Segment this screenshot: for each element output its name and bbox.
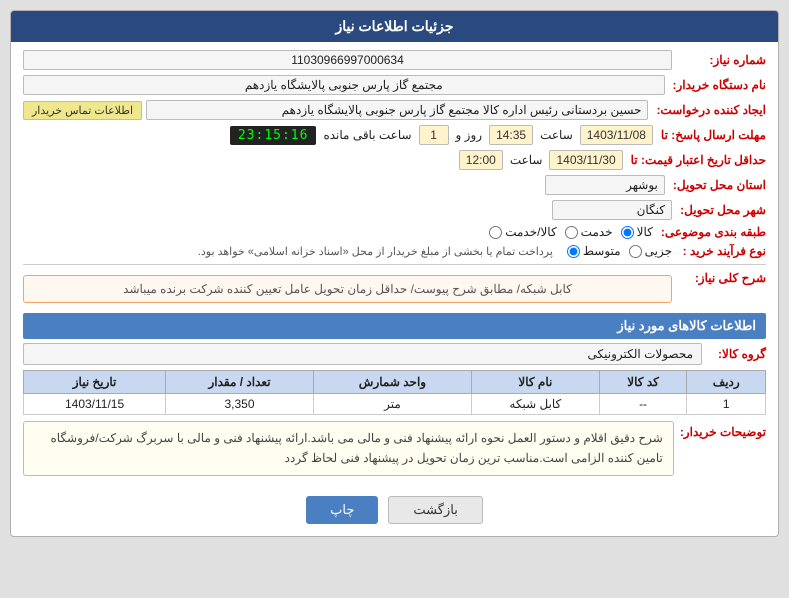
mohlat-label: مهلت ارسال پاسخ: تا (657, 128, 766, 142)
items-table: ردیف کد کالا نام کالا واحد شمارش تعداد /… (23, 370, 766, 415)
shomare-niaz-label: شماره نیاز: (676, 53, 766, 67)
shomare-niaz-value: 11030966997000634 (23, 50, 672, 70)
cell-vahed: متر (313, 394, 471, 415)
name-dastgah-value: مجتمع گاز پارس جنوبی پالایشگاه یازدهم (23, 75, 665, 95)
idad-konande-value: حسین بردستانی رئیس اداره کالا مجتمع گاز … (146, 100, 648, 120)
jadaval-label: حداقل تاریخ اعتبار قیمت: تا (627, 153, 766, 167)
page-title: جزئیات اطلاعات نیاز (11, 11, 778, 42)
nooe-radio-group: متوسط جزیی (567, 244, 672, 258)
nooe-option-motevaset[interactable]: متوسط (567, 244, 621, 258)
shahr-value: کنگان (552, 200, 672, 220)
sharh-label: شرح کلی نیاز: (676, 271, 766, 285)
ostan-label: استان محل تحویل: (669, 178, 766, 192)
nooe-option-jozi[interactable]: جزیی (629, 244, 672, 258)
kalaha-title: اطلاعات کالاهای مورد نیاز (23, 313, 766, 339)
col-kod: کد کالا (599, 371, 687, 394)
etelaat-tamas-button[interactable]: اطلاعات تماس خریدار (23, 101, 142, 120)
jadaval-date: 1403/11/30 (549, 150, 622, 170)
name-dastgah-label: نام دستگاه خریدار: (669, 78, 767, 92)
cell-kod: -- (599, 394, 687, 415)
col-tedad: تعداد / مقدار (166, 371, 314, 394)
gorooh-label: گروه کالا: (706, 347, 766, 361)
back-button[interactable]: بازگشت (388, 496, 482, 524)
nooe-note: پرداخت تمام یا بخشی از مبلغ خریدار از مح… (23, 245, 553, 258)
cell-name: کابل شبکه (471, 394, 599, 415)
gorooh-value: محصولات الکترونیکی (23, 343, 702, 365)
col-radif: ردیف (687, 371, 766, 394)
sharh-value: کابل شبکه/ مطابق شرح پیوست/ حداقل زمان ت… (23, 275, 672, 303)
ostan-value: بوشهر (545, 175, 665, 195)
jadaval-saat: 12:00 (459, 150, 503, 170)
countdown-timer: 23:15:16 (230, 126, 317, 145)
bagi-label: ساعت باقی مانده (320, 128, 414, 142)
towzih-value: شرح دقیق اقلام و دستور العمل نحوه ارائه … (23, 421, 674, 476)
divider-1 (23, 264, 766, 265)
tabaghe-option-kala-khedmat[interactable]: کالا/خدمت (489, 225, 556, 239)
table-row: 1 -- کابل شبکه متر 3,350 1403/11/15 (24, 394, 766, 415)
tabaghe-radio-group: کالا/خدمت خدمت کالا (489, 225, 653, 239)
button-row: بازگشت چاپ (23, 488, 766, 528)
print-button[interactable]: چاپ (306, 496, 378, 524)
col-name: نام کالا (471, 371, 599, 394)
cell-tarikh: 1403/11/15 (24, 394, 166, 415)
mohlat-rooz: 1 (419, 125, 449, 145)
cell-radif: 1 (687, 394, 766, 415)
saat-label1: ساعت (537, 128, 576, 142)
col-tarikh: تاریخ نیاز (24, 371, 166, 394)
rooz-label: روز و (453, 128, 486, 142)
cell-tedad: 3,350 (166, 394, 314, 415)
tabaghe-option-khedmat[interactable]: خدمت (565, 225, 613, 239)
mohlat-saat: 14:35 (489, 125, 533, 145)
mohlat-date: 1403/11/08 (580, 125, 653, 145)
towzih-label: توضیحات خریدار: (680, 421, 766, 439)
tabaghe-option-kala[interactable]: کالا (621, 225, 653, 239)
col-vahed: واحد شمارش (313, 371, 471, 394)
tabaghe-label: طبقه بندی موضوعی: (657, 225, 766, 239)
shahr-label: شهر محل تحویل: (676, 203, 766, 217)
nooe-farayand-label: نوع فرآیند خرید : (676, 244, 766, 258)
idad-konande-label: ایجاد کننده درخواست: (652, 103, 766, 117)
saat-label2: ساعت (507, 153, 546, 167)
